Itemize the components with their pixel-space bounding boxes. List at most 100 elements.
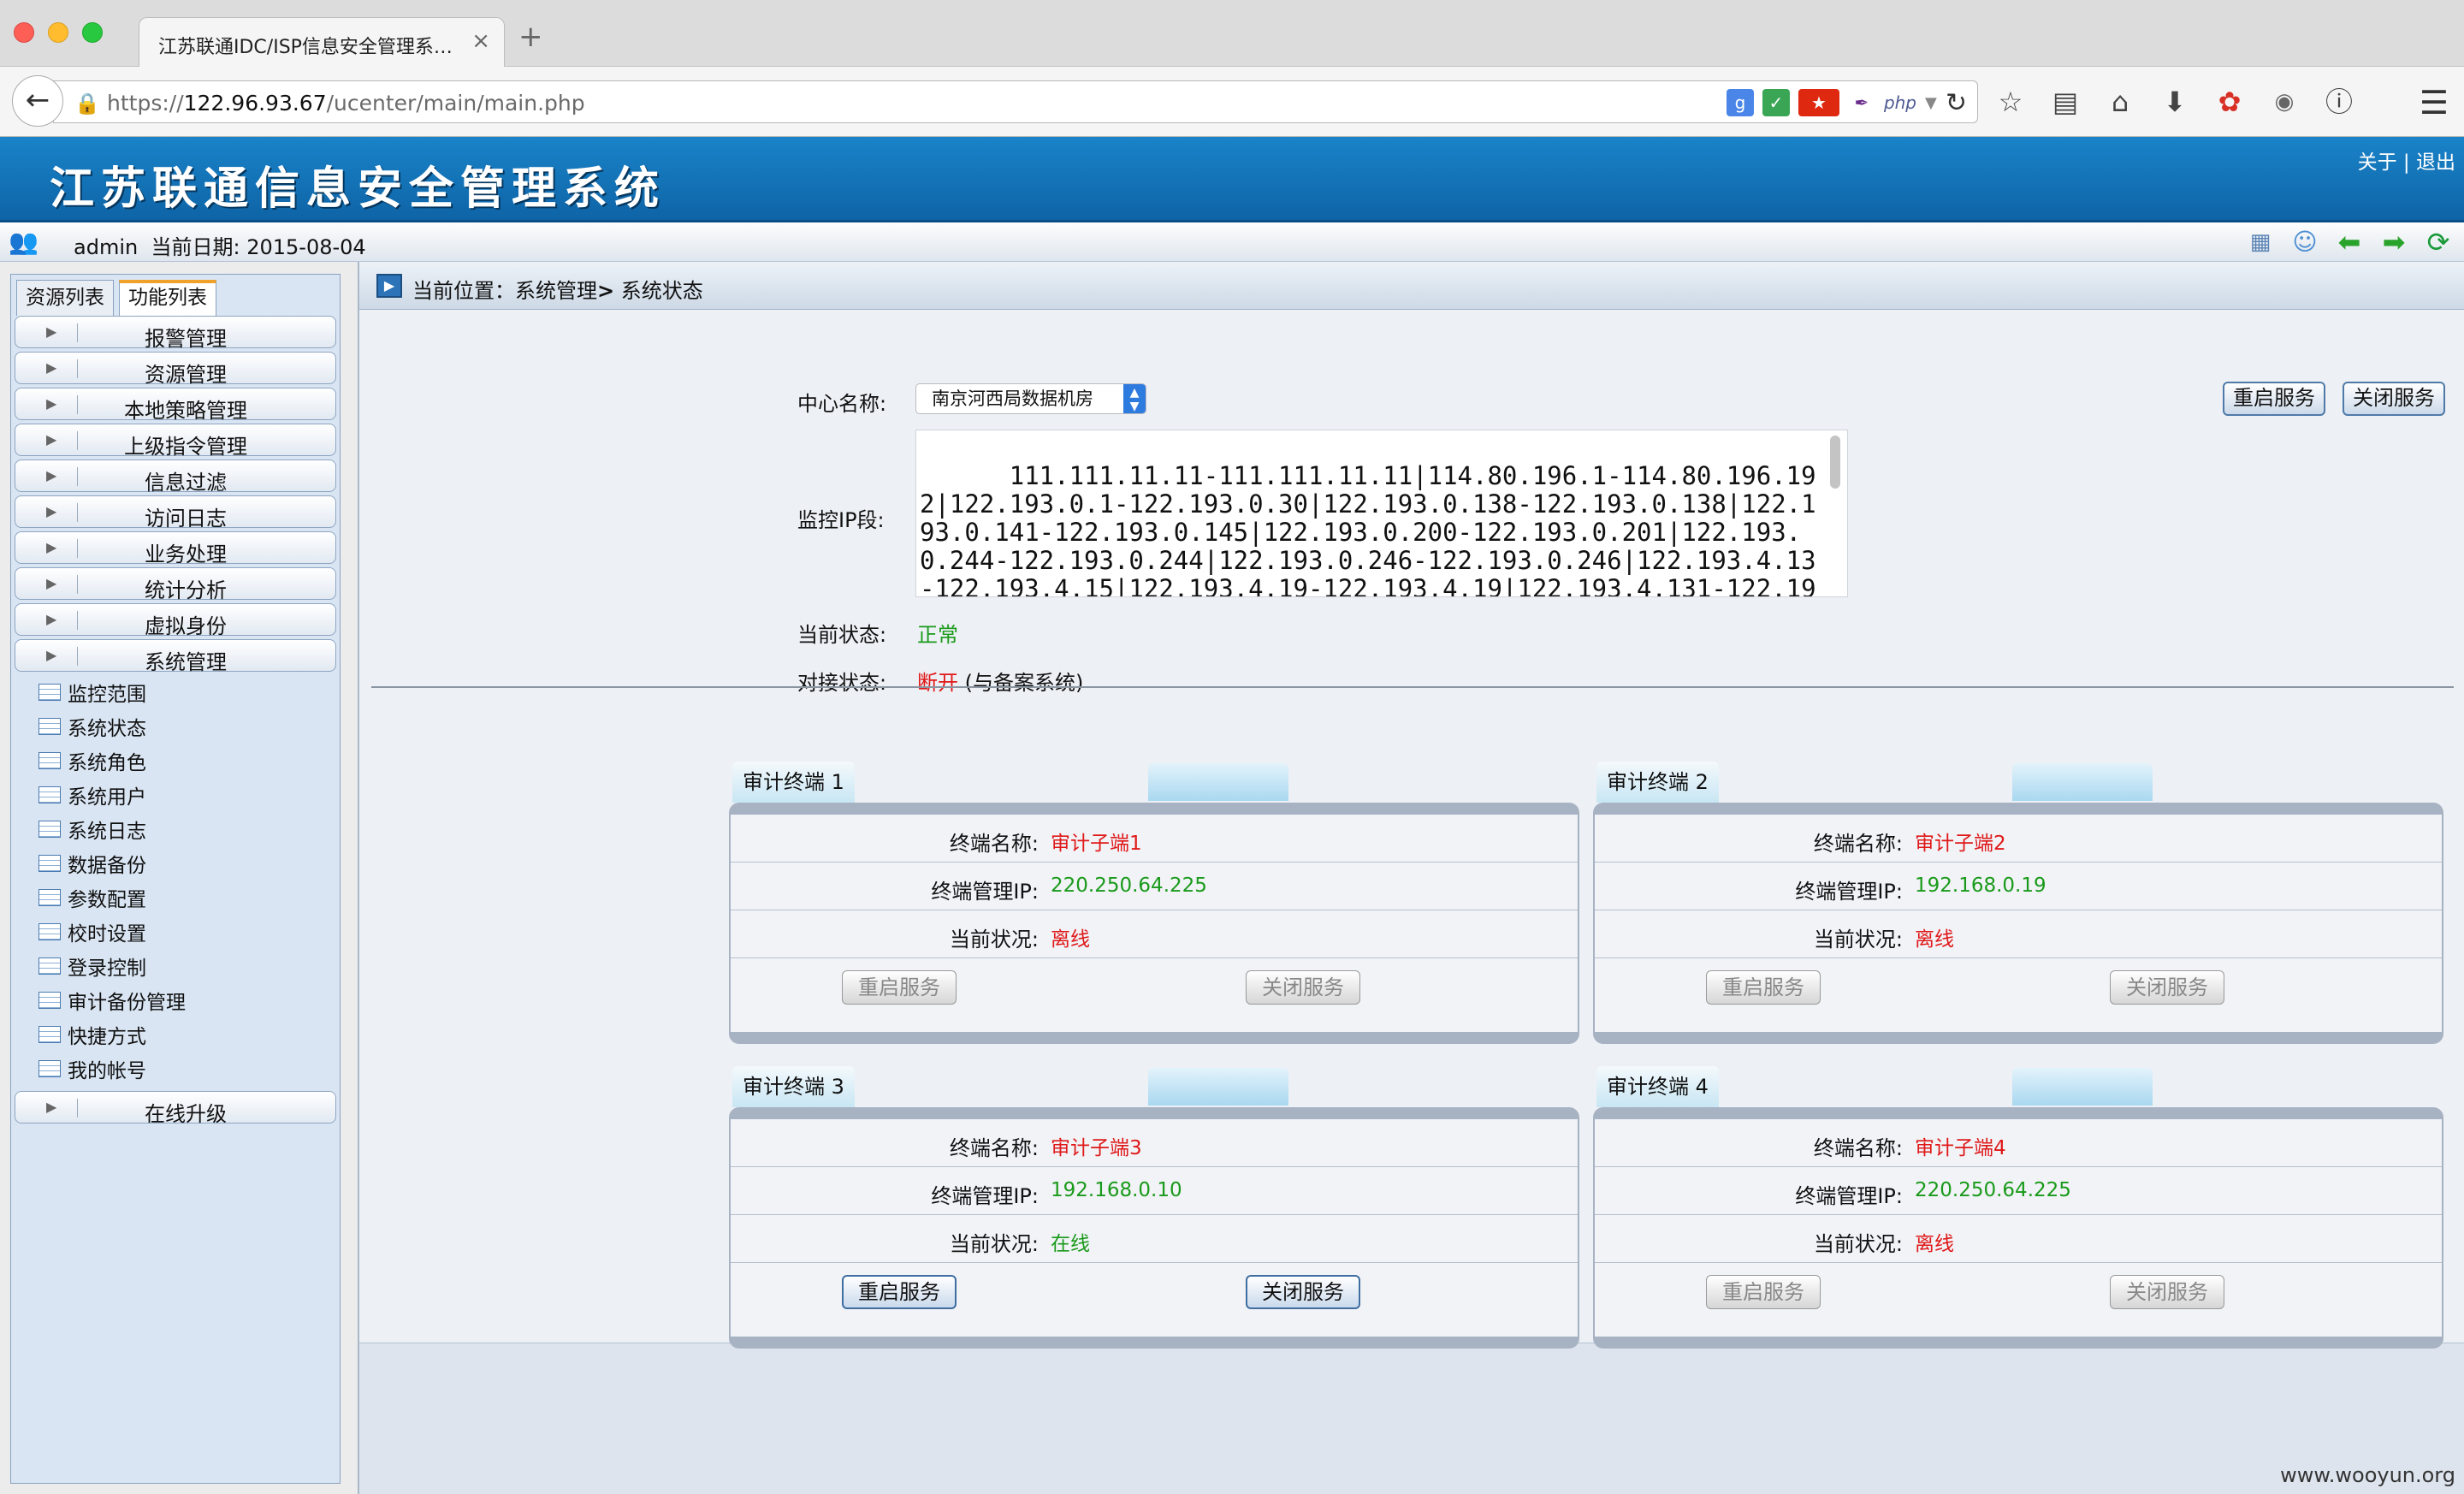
sidebar-item-monitor-range[interactable]: 监控范围	[15, 675, 336, 709]
system-submenu: 监控范围 系统状态 系统角色 系统用户 系统日志 数据备份 参数配置 校时设置 …	[15, 675, 336, 1086]
table-icon	[38, 718, 61, 735]
terminal-ip-value: 192.168.0.19	[1915, 874, 2046, 897]
menu-icon[interactable]: ☰	[2420, 84, 2449, 122]
terminal-row-state: 当前状况: 离线	[731, 910, 1578, 958]
link-status: 断开 (与备案系统)	[917, 666, 1083, 696]
select-arrows-icon: ▲ ▼	[1123, 384, 1146, 413]
sidebar-item-audit-backup[interactable]: 审计备份管理	[15, 983, 336, 1017]
terminal-row-actions: 重启服务 关闭服务	[1595, 1263, 2442, 1326]
sidebar-item-system-role[interactable]: 系统角色	[15, 744, 336, 778]
sidebar-item-data-backup[interactable]: 数据备份	[15, 846, 336, 880]
terminal-restart-button[interactable]: 重启服务	[842, 1275, 957, 1309]
sidebar-item-my-account[interactable]: 我的帐号	[15, 1052, 336, 1086]
terminal-tab-decoration	[1148, 763, 1288, 801]
globe-icon[interactable]: ◉	[2267, 85, 2301, 119]
table-icon	[38, 752, 61, 769]
menu-label: 报警管理	[145, 327, 227, 351]
arrow-left-icon[interactable]: ⬅	[2332, 226, 2366, 258]
menu-item-resource[interactable]: ▶ 资源管理	[15, 352, 336, 387]
google-icon[interactable]: g	[1726, 89, 1754, 116]
new-tab-button[interactable]: +	[518, 22, 543, 51]
back-button[interactable]: ←	[12, 75, 63, 127]
bookmark-star-icon[interactable]: ☆	[1993, 85, 2028, 119]
tab-function-list[interactable]: 功能列表	[119, 280, 216, 316]
browser-tab[interactable]: 江苏联通IDC/ISP信息安全管理系… ×	[139, 17, 505, 68]
terminal-stop-button[interactable]: 关闭服务	[1246, 1275, 1360, 1309]
current-status-value: 正常	[917, 623, 958, 647]
home-icon[interactable]: ⌂	[2103, 85, 2137, 119]
terminal-ip-value: 220.250.64.225	[1915, 1179, 2071, 1201]
terminal-frame: 终端名称: 审计子端4 终端管理IP: 220.250.64.225 当前状况: 离线 重启…	[1593, 1107, 2443, 1349]
menu-item-local-policy[interactable]: ▶ 本地策略管理	[15, 388, 336, 423]
minimize-window-button[interactable]	[48, 22, 68, 43]
terminal-restart-button[interactable]: 重启服务	[842, 970, 957, 1005]
close-window-button[interactable]	[14, 22, 34, 43]
arrow-right-icon[interactable]: ➡	[2377, 226, 2411, 258]
browser-tab-bar: 江苏联通IDC/ISP信息安全管理系… × +	[0, 0, 2464, 68]
sidebar-item-system-log[interactable]: 系统日志	[15, 812, 336, 846]
menu-item-info-filter[interactable]: ▶ 信息过滤	[15, 459, 336, 495]
china-flag-icon[interactable]: ★	[1798, 89, 1839, 116]
shield-icon[interactable]: ✓	[1762, 89, 1790, 116]
feather-icon[interactable]: ✒	[1848, 89, 1875, 116]
terminal-stop-button[interactable]: 关闭服务	[2110, 970, 2224, 1005]
breadcrumb-system[interactable]: 系统管理	[515, 279, 597, 303]
calendar-icon[interactable]: ▦	[2243, 226, 2277, 258]
url-text[interactable]: https://122.96.93.67/ucenter/main/main.p…	[107, 91, 585, 116]
terminal-ip-value: 192.168.0.10	[1051, 1179, 1182, 1201]
terminal-row-ip: 终端管理IP: 192.168.0.10	[731, 1167, 1578, 1215]
sidebar-item-system-user[interactable]: 系统用户	[15, 778, 336, 812]
sidebar-item-params[interactable]: 参数配置	[15, 880, 336, 915]
terminal-stop-button[interactable]: 关闭服务	[1246, 970, 1360, 1005]
php-badge[interactable]: php	[1884, 92, 1916, 113]
url-bar[interactable]: 🔒 https://122.96.93.67/ucenter/main/main…	[53, 80, 1978, 123]
fortune-icon[interactable]: ✿	[2212, 85, 2247, 119]
center-name-select[interactable]: 南京河西局数据机房 ▲ ▼	[915, 383, 1146, 414]
menu-item-access-log[interactable]: ▶ 访问日志	[15, 495, 336, 531]
sub-item-label: 快捷方式	[68, 1026, 146, 1048]
tab-close-icon[interactable]: ×	[471, 28, 490, 54]
sidebar-item-system-status[interactable]: 系统状态	[15, 709, 336, 744]
menu-item-system[interactable]: ▶ 系统管理	[15, 639, 336, 674]
terminal-title: 审计终端 2	[1596, 762, 1719, 803]
terminal-stop-button[interactable]: 关闭服务	[2110, 1275, 2224, 1309]
dropdown-icon[interactable]: ▼	[1925, 94, 1937, 112]
reload-icon[interactable]: ↻	[1946, 88, 1967, 118]
terminal-name-label: 终端名称:	[949, 832, 1039, 856]
sidebar-item-shortcuts[interactable]: 快捷方式	[15, 1017, 336, 1052]
menu-item-virtual-id[interactable]: ▶ 虚拟身份	[15, 603, 336, 638]
table-icon	[38, 821, 61, 838]
terminal-title: 审计终端 4	[1596, 1066, 1719, 1107]
terminal-restart-button[interactable]: 重启服务	[1706, 970, 1821, 1005]
monitor-ip-textarea[interactable]: 111.111.11.11-111.111.11.11|114.80.196.1…	[915, 430, 1848, 597]
breadcrumb-arrow: >	[597, 279, 615, 303]
zoom-window-button[interactable]	[82, 22, 103, 43]
stop-service-button[interactable]: 关闭服务	[2343, 382, 2445, 416]
menu-item-alarm[interactable]: ▶ 报警管理	[15, 316, 336, 351]
center-name-label: 中心名称:	[797, 392, 887, 416]
username: admin	[74, 235, 139, 259]
tab-resource-list[interactable]: 资源列表	[16, 280, 114, 316]
menu-item-business[interactable]: ▶ 业务处理	[15, 531, 336, 566]
textarea-scrollbar[interactable]	[1830, 436, 1840, 489]
info-icon[interactable]: ⓘ	[2322, 85, 2356, 119]
download-icon[interactable]: ⬇	[2158, 85, 2192, 119]
terminal-state-label: 当前状况:	[949, 1232, 1039, 1256]
terminal-ip-label: 终端管理IP:	[931, 1184, 1039, 1208]
sidebar-item-login-control[interactable]: 登录控制	[15, 949, 336, 983]
logout-link[interactable]: 退出	[2416, 151, 2455, 174]
terminal-restart-button[interactable]: 重启服务	[1706, 1275, 1821, 1309]
menu-item-statistics[interactable]: ▶ 统计分析	[15, 567, 336, 602]
menu-label: 系统管理	[145, 650, 227, 674]
menu-label: 业务处理	[145, 542, 227, 566]
refresh-icon[interactable]: ⟳	[2421, 226, 2455, 258]
sidebar: 资源列表 功能列表 ▶ 报警管理 ▶ 资源管理 ▶ 本地策略管理 ▶ 上级指令管理 ▶ 信…	[10, 274, 341, 1484]
restart-service-button[interactable]: 重启服务	[2223, 382, 2325, 416]
about-link[interactable]: 关于	[2358, 151, 2397, 174]
users-icon: 👥	[9, 228, 38, 256]
menu-item-upper-command[interactable]: ▶ 上级指令管理	[15, 424, 336, 459]
reading-list-icon[interactable]: ▤	[2048, 85, 2082, 119]
user-icon[interactable]: ☺	[2288, 226, 2322, 258]
menu-item-online-upgrade[interactable]: ▶ 在线升级	[15, 1091, 336, 1126]
sidebar-item-time-sync[interactable]: 校时设置	[15, 915, 336, 949]
